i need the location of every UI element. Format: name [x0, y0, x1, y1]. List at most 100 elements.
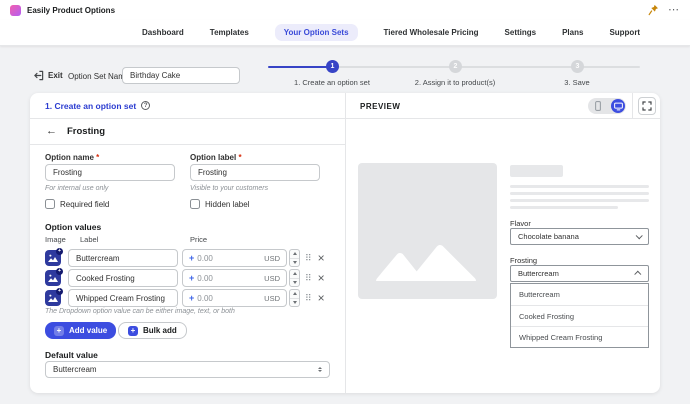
skeleton-line — [510, 192, 649, 195]
price-field[interactable]: + USD — [182, 289, 287, 307]
option-label-input[interactable] — [190, 164, 320, 181]
drag-handle-icon[interactable]: ⠿ — [305, 294, 312, 303]
option-label-label: Option label * — [190, 153, 242, 162]
delete-value-icon[interactable]: × — [318, 252, 325, 264]
option-set-name-input[interactable] — [122, 67, 240, 84]
option-label-helper: Visible to your customers — [190, 185, 268, 192]
required-asterisk: * — [96, 153, 99, 162]
frosting-value: Buttercream — [518, 269, 559, 278]
dropdown-option[interactable]: Whipped Cream Frosting — [511, 326, 648, 347]
stepper-progress — [268, 66, 334, 68]
price-field[interactable]: + USD — [182, 249, 287, 267]
image-badge-icon: + — [56, 268, 63, 275]
chevron-up-icon — [634, 271, 641, 278]
step-2-circle[interactable]: 2 — [449, 60, 462, 73]
product-image-placeholder — [358, 163, 497, 299]
value-label-input[interactable] — [68, 269, 178, 287]
main-nav: Dashboard Templates Your Option Sets Tie… — [0, 20, 690, 46]
preview-title: PREVIEW — [360, 102, 400, 111]
image-upload-icon[interactable]: + — [45, 290, 61, 306]
step-1-circle[interactable]: 1 — [326, 60, 339, 73]
app-screen: Easily Product Options ⋯ Dashboard Templ… — [0, 0, 690, 404]
header-divider — [632, 93, 633, 119]
default-value-select[interactable]: Buttercream — [45, 361, 330, 378]
price-stepper[interactable] — [289, 269, 300, 287]
price-input[interactable] — [197, 294, 261, 303]
flavor-value: Chocolate banana — [518, 232, 579, 241]
value-label-input[interactable] — [68, 289, 178, 307]
currency-label: USD — [264, 274, 280, 283]
add-value-label: Add value — [69, 326, 107, 335]
nav-item-tiered-wholesale-pricing[interactable]: Tiered Wholesale Pricing — [384, 28, 479, 37]
skeleton-line — [510, 206, 618, 209]
select-updown-icon — [318, 367, 322, 373]
pin-icon[interactable] — [648, 4, 659, 16]
fullscreen-icon[interactable] — [638, 97, 656, 115]
step-3-label: 3. Save — [564, 78, 589, 87]
required-field-row: Required field — [45, 199, 109, 209]
option-set-card: 1. Create an option set ? ← Frosting Opt… — [30, 93, 660, 393]
hidden-label-row: Hidden label — [190, 199, 249, 209]
preview-frosting-label: Frosting — [510, 256, 537, 265]
nav-item-dashboard[interactable]: Dashboard — [142, 28, 184, 37]
required-asterisk: * — [238, 153, 241, 162]
dropdown-option[interactable]: Cooked Frosting — [511, 305, 648, 326]
add-value-button[interactable]: + Add value — [45, 322, 116, 339]
option-section-title: Frosting — [67, 126, 105, 137]
option-set-name-label: Option Set Name — [68, 72, 129, 81]
help-icon[interactable]: ? — [141, 101, 150, 110]
step-2-label: 2. Assign it to product(s) — [415, 78, 495, 87]
nav-item-settings[interactable]: Settings — [505, 28, 537, 37]
mobile-view-icon[interactable] — [588, 98, 607, 114]
drag-handle-icon[interactable]: ⠿ — [305, 254, 312, 263]
panel-divider — [345, 93, 346, 393]
image-upload-icon[interactable]: + — [45, 250, 61, 266]
nav-item-templates[interactable]: Templates — [210, 28, 249, 37]
option-name-input[interactable] — [45, 164, 175, 181]
option-value-row: + + USD ⠿ × — [45, 249, 325, 267]
value-label-input[interactable] — [68, 249, 178, 267]
plus-icon: + — [128, 326, 138, 336]
price-input[interactable] — [197, 254, 261, 263]
preview-flavor-label: Flavor — [510, 219, 531, 228]
app-logo-icon — [10, 5, 21, 16]
nav-item-plans[interactable]: Plans — [562, 28, 583, 37]
option-name-helper: For internal use only — [45, 185, 108, 192]
desktop-view-icon[interactable] — [611, 99, 625, 113]
option-value-row: + + USD ⠿ × — [45, 289, 325, 307]
bulk-add-button[interactable]: + Bulk add — [118, 322, 187, 339]
nav-item-your-option-sets[interactable]: Your Option Sets — [275, 24, 358, 41]
chevron-down-icon — [636, 232, 643, 239]
dropdown-option[interactable]: Buttercream — [511, 284, 648, 305]
nav-item-support[interactable]: Support — [609, 28, 640, 37]
image-upload-icon[interactable]: + — [45, 270, 61, 286]
exit-button[interactable]: Exit — [33, 70, 63, 81]
stepper-track — [334, 66, 640, 68]
skeleton-title — [510, 165, 563, 177]
price-stepper[interactable] — [289, 289, 300, 307]
hidden-label-checkbox[interactable] — [190, 199, 200, 209]
image-badge-icon: + — [56, 288, 63, 295]
mountains-icon — [372, 237, 482, 281]
price-input[interactable] — [197, 274, 261, 283]
preview-flavor-select[interactable]: Chocolate banana — [510, 228, 649, 245]
currency-label: USD — [264, 254, 280, 263]
delete-value-icon[interactable]: × — [318, 272, 325, 284]
step-1-label: 1. Create an option set — [294, 78, 370, 87]
column-header-image: Image — [45, 235, 66, 244]
step-3-circle[interactable]: 3 — [571, 60, 584, 73]
column-header-label: Label — [80, 235, 98, 244]
drag-handle-icon[interactable]: ⠿ — [305, 274, 312, 283]
skeleton-line — [510, 185, 649, 188]
back-arrow-icon[interactable]: ← — [46, 126, 57, 137]
price-stepper[interactable] — [289, 249, 300, 267]
image-badge-icon: + — [56, 248, 63, 255]
price-field[interactable]: + USD — [182, 269, 287, 287]
overflow-menu-icon[interactable]: ⋯ — [668, 5, 680, 16]
delete-value-icon[interactable]: × — [318, 292, 325, 304]
default-value-text: Buttercream — [53, 365, 97, 374]
device-toggle — [588, 98, 626, 114]
preview-frosting-select[interactable]: Buttercream — [510, 265, 649, 282]
required-field-checkbox[interactable] — [45, 199, 55, 209]
hidden-label-label: Hidden label — [205, 200, 249, 209]
